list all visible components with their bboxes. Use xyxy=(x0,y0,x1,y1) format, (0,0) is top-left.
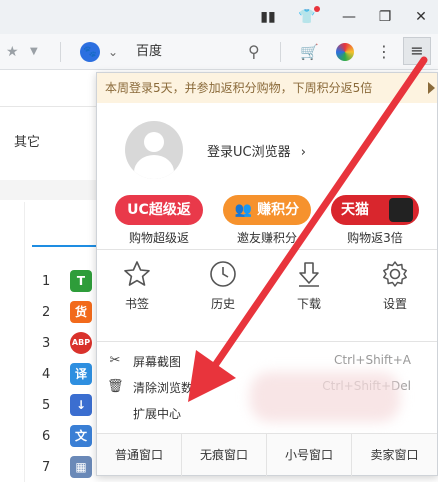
annotation-arrow-icon xyxy=(188,56,428,402)
